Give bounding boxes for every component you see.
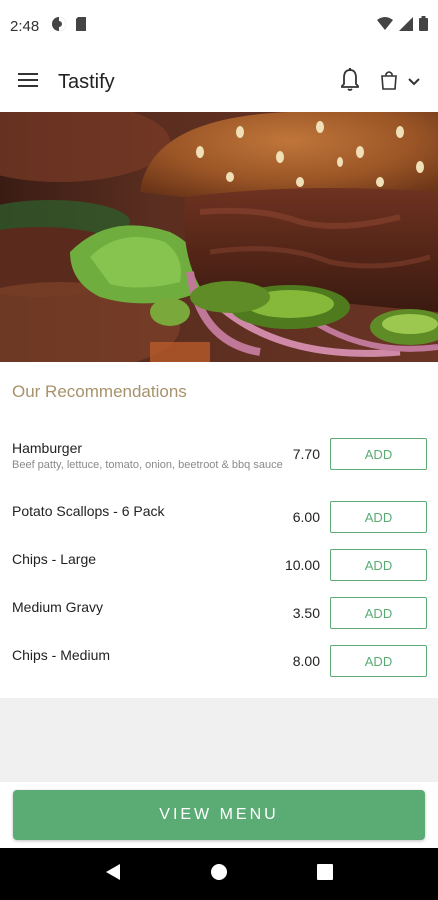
add-button[interactable]: ADD [330,645,427,677]
section-title: Our Recommendations [12,382,187,401]
item-name: Medium Gravy [12,599,104,615]
status-bar: 2:48 [0,0,438,52]
item-description: Beef patty, lettuce, tomato, onion, beet… [12,459,283,471]
app-actions [340,67,420,97]
recents-icon[interactable] [317,863,334,885]
battery-icon [419,16,428,36]
item-name: Chips - Medium [12,647,111,663]
add-button[interactable]: ADD [330,549,427,581]
bell-icon[interactable] [340,67,360,97]
add-button[interactable]: ADD [330,438,427,470]
status-time: 2:48 [10,17,40,35]
sd-card-icon [75,16,87,37]
data-saver-icon [51,16,67,37]
item-price: 3.50 [292,605,320,621]
add-button[interactable]: ADD [330,501,427,533]
item-name: Potato Scallops - 6 Pack [12,503,165,519]
back-icon[interactable] [105,863,121,886]
view-menu-button[interactable]: VIEW MENU [13,790,425,840]
signal-icon [399,16,413,36]
recommendations-section: Our Recommendations Hamburger Beef patty… [0,362,438,698]
home-icon[interactable] [210,863,228,886]
wifi-icon [377,16,393,36]
gray-band [0,698,438,782]
cart-dropdown[interactable] [380,70,420,95]
item-price: 10.00 [284,557,320,573]
item-name: Hamburger [12,440,83,456]
app-bar: Tastify [0,52,438,112]
shopping-bag-icon [380,70,398,95]
menu-icon[interactable] [18,72,38,93]
hero-burger-image [0,112,438,362]
app-title: Tastify [58,70,115,93]
chevron-down-icon [408,73,420,91]
item-price: 6.00 [292,509,320,525]
item-price: 8.00 [292,653,320,669]
item-name: Chips - Large [12,551,97,567]
item-price: 7.70 [292,446,320,462]
add-button[interactable]: ADD [330,597,427,629]
system-nav-bar [0,848,438,900]
